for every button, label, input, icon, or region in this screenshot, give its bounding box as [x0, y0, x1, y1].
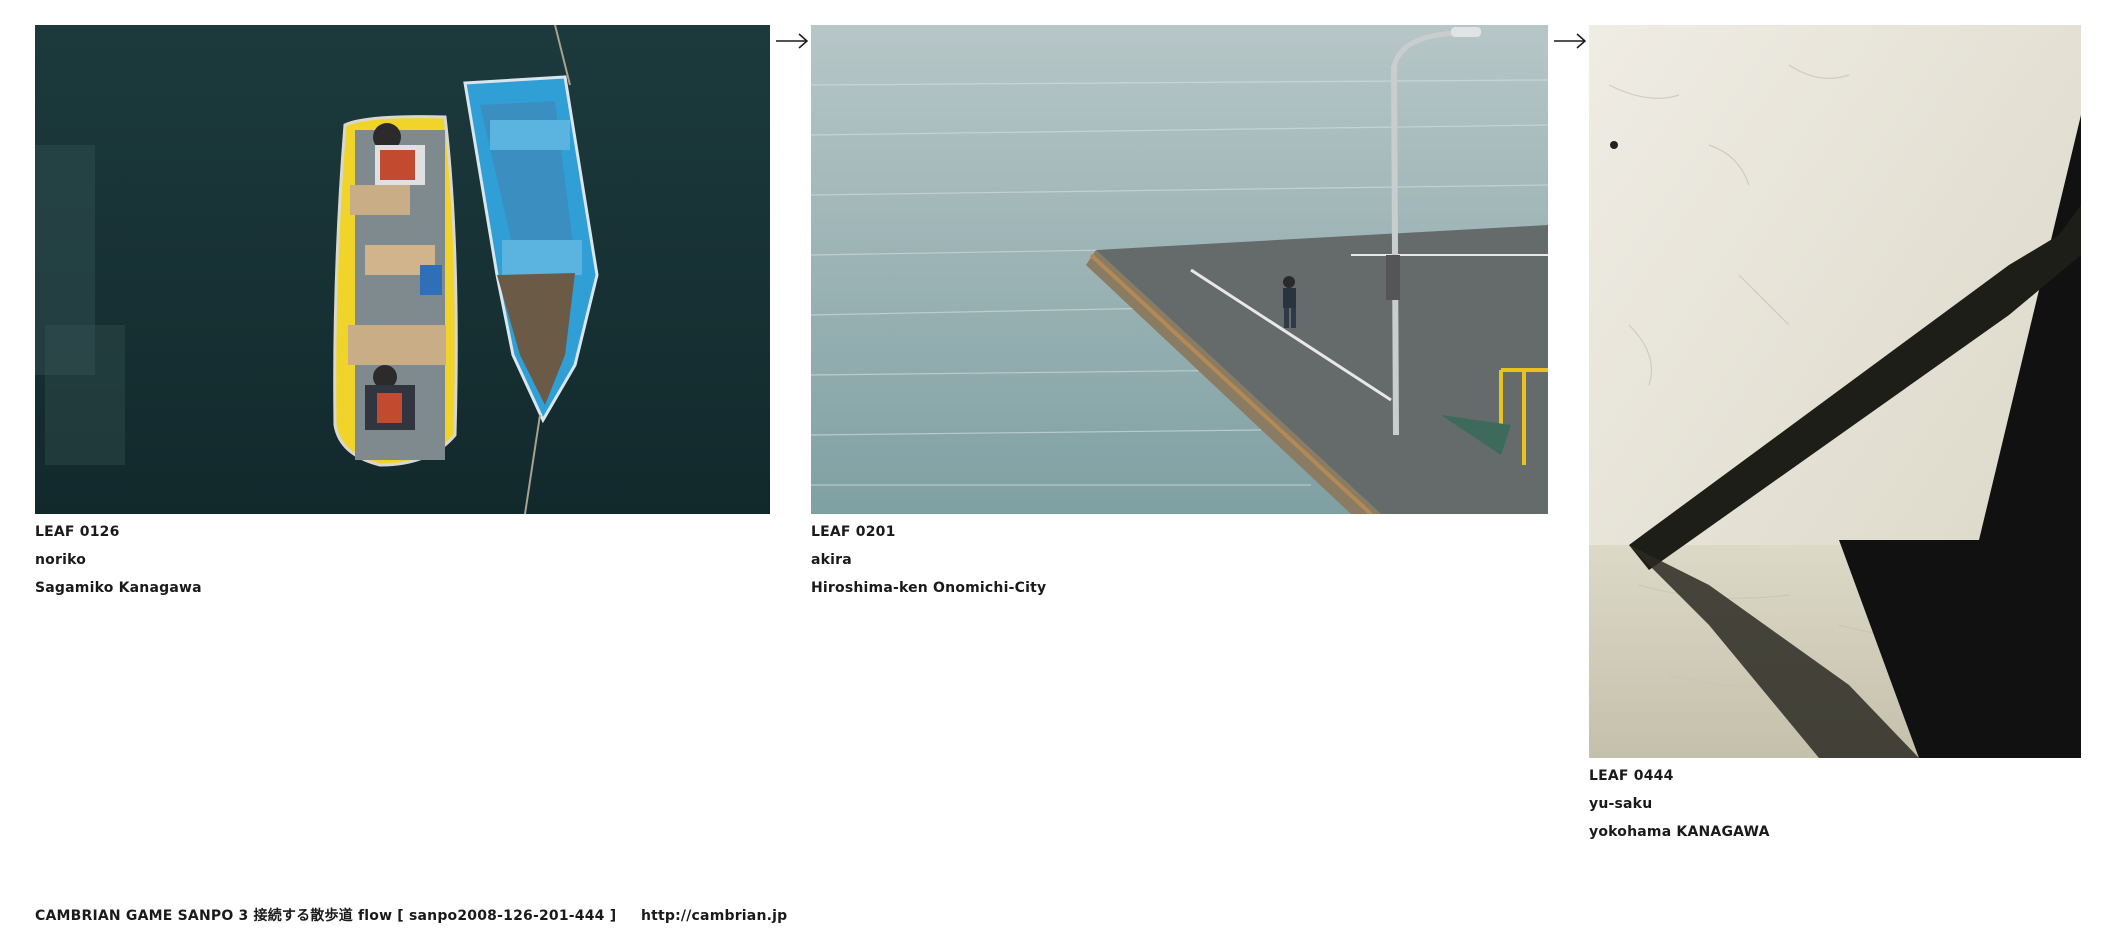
arrow-right-icon — [1554, 33, 1587, 49]
leaf-0126-caption: LEAF 0126 noriko Sagamiko Kanagawa — [35, 518, 202, 602]
footer: CAMBRIAN GAME SANPO 3 接続する散歩道 flow [ san… — [35, 905, 787, 925]
footer-link[interactable]: http://cambrian.jp — [641, 908, 787, 924]
leaf-0201-caption: LEAF 0201 akira Hiroshima-ken Onomichi-C… — [811, 518, 1046, 602]
leaf-title: LEAF 0444 — [1589, 768, 1674, 784]
leaf-0444-photo[interactable] — [1589, 25, 2081, 758]
leaf-author: yu-saku — [1589, 796, 1653, 812]
footer-text: CAMBRIAN GAME SANPO 3 接続する散歩道 flow [ san… — [35, 908, 617, 924]
leaf-location: Sagamiko Kanagawa — [35, 580, 202, 596]
leaf-author: akira — [811, 552, 852, 568]
leaf-0126-photo[interactable] — [35, 25, 770, 514]
leaf-location: yokohama KANAGAWA — [1589, 824, 1770, 840]
leaf-title: LEAF 0126 — [35, 524, 120, 540]
leaf-0444-caption: LEAF 0444 yu-saku yokohama KANAGAWA — [1589, 762, 1770, 846]
arrow-right-icon — [776, 33, 809, 49]
leaf-location: Hiroshima-ken Onomichi-City — [811, 580, 1047, 596]
leaf-0201-photo[interactable] — [811, 25, 1548, 514]
leaf-author: noriko — [35, 552, 87, 568]
leaf-title: LEAF 0201 — [811, 524, 896, 540]
